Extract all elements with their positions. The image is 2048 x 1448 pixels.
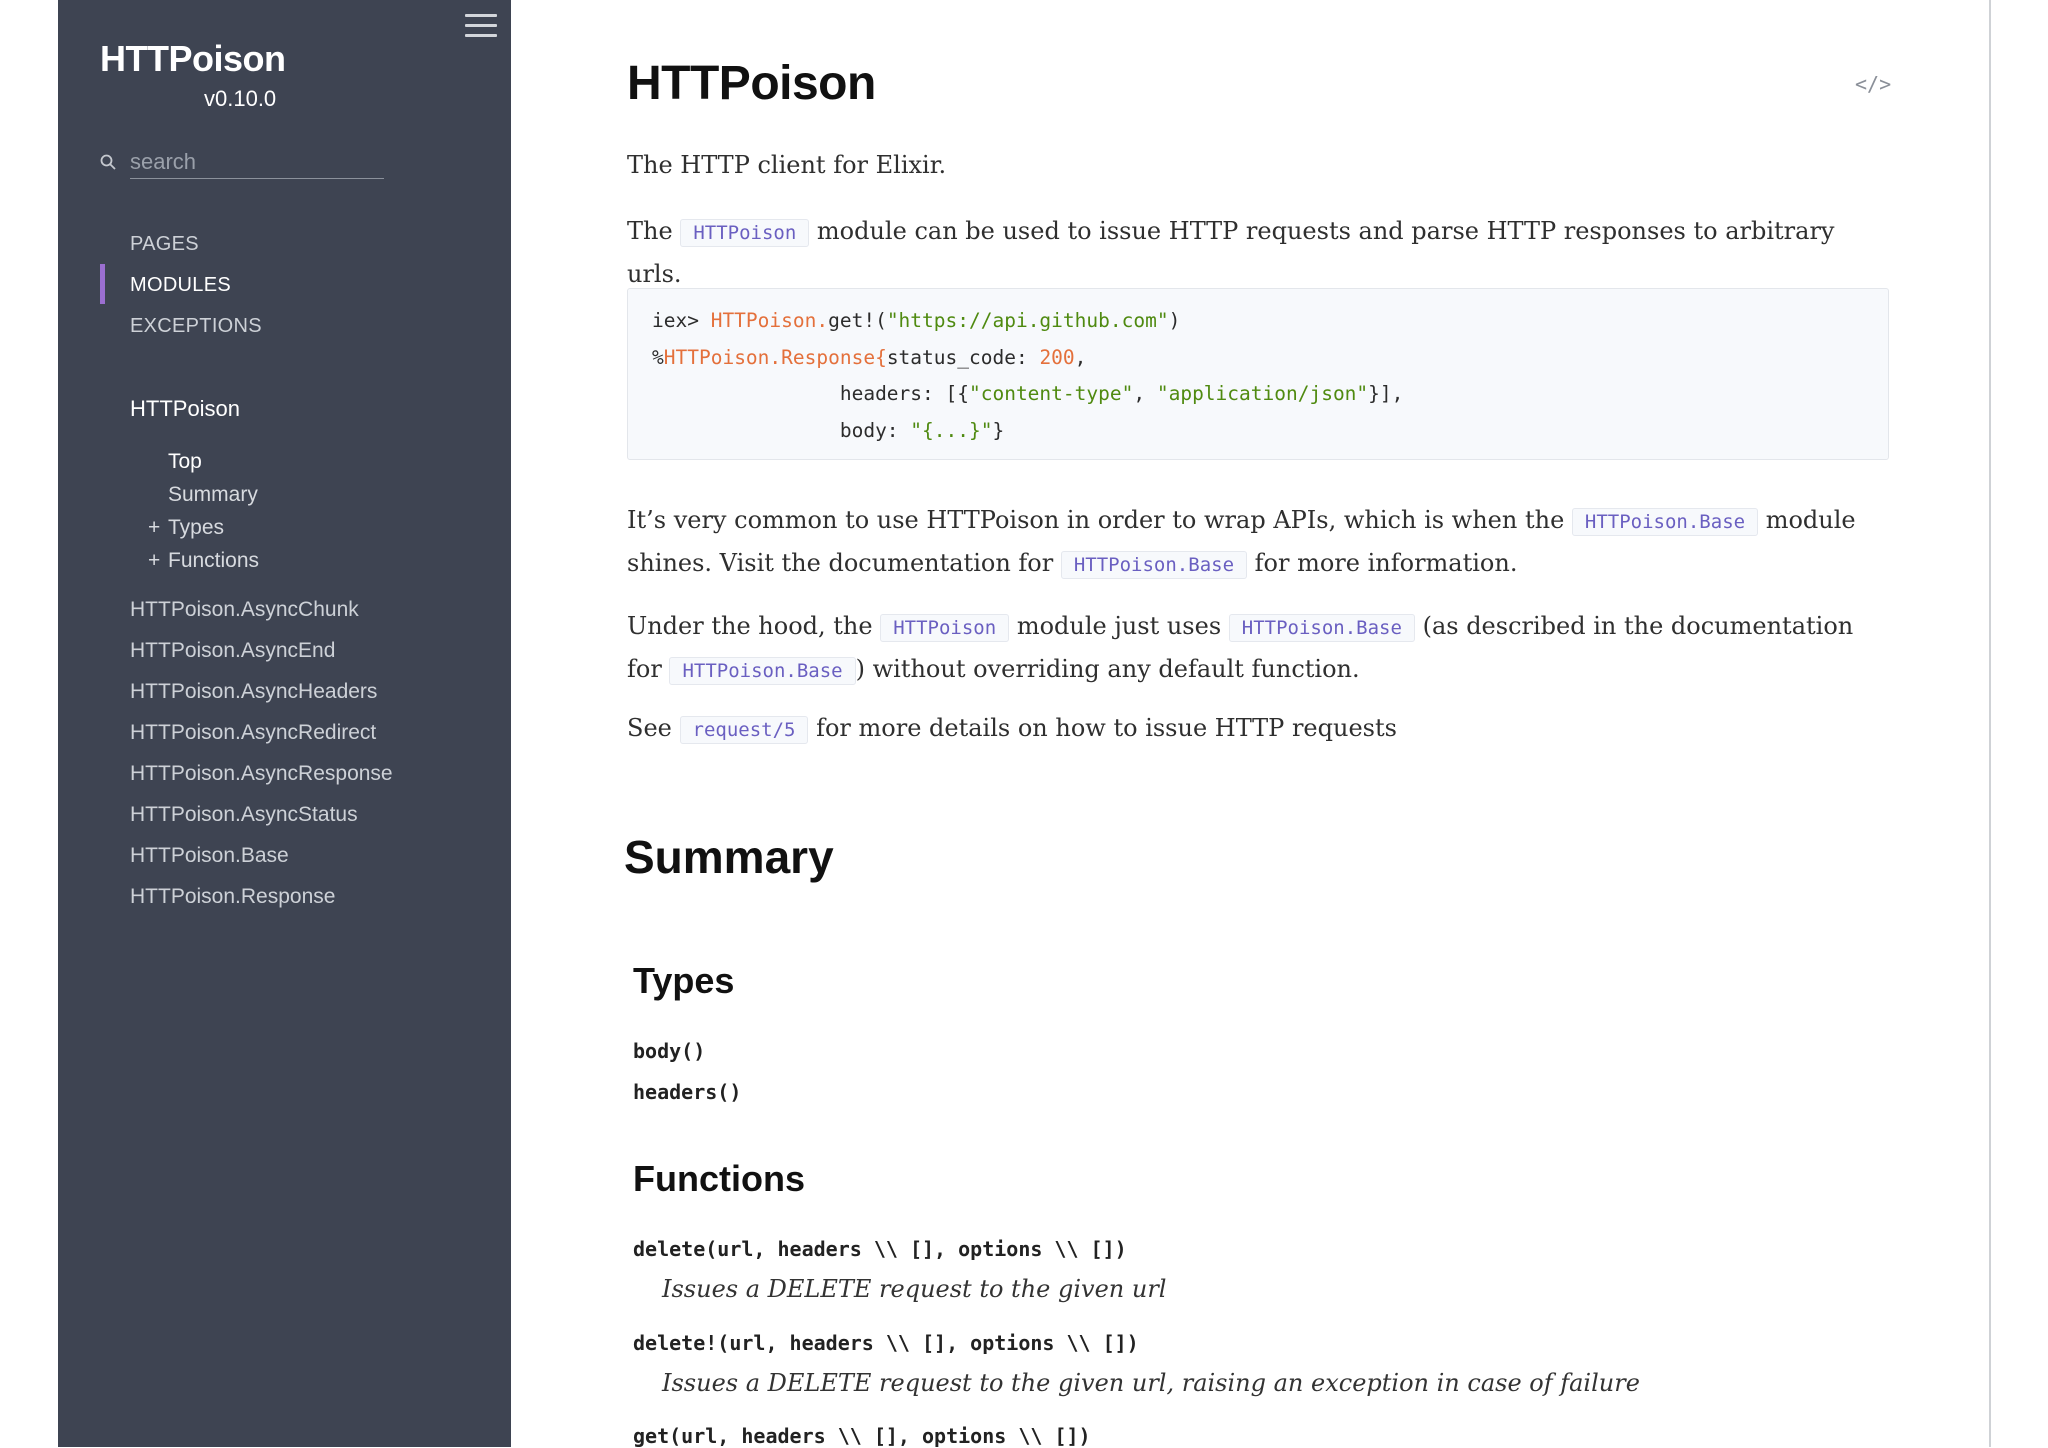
code-token: 200 [1039, 345, 1075, 369]
view-source-icon[interactable]: </> [1855, 72, 1891, 96]
code-token: "content-type" [968, 382, 1134, 405]
search-box [100, 146, 400, 182]
text: module just uses [1016, 612, 1222, 640]
section-link-types[interactable]: + Types [148, 514, 259, 547]
code-token: , [1133, 382, 1157, 405]
code-token: , [1074, 345, 1087, 369]
code-link-request[interactable]: request/5 [679, 716, 809, 744]
code-token: body: [839, 418, 911, 442]
function-link-get[interactable]: get(url, headers \\ [], options \\ []) [633, 1424, 1091, 1448]
section-link-functions[interactable]: + Functions [148, 547, 260, 580]
sidebar-item-asyncchunk[interactable]: HTTPoison.AsyncChunk [130, 596, 393, 637]
section-link-top[interactable]: Top [168, 448, 259, 481]
tab-exceptions[interactable]: EXCEPTIONS [130, 312, 262, 353]
function-doc: Issues a DELETE request to the given url [662, 1275, 1167, 1303]
sidebar-item-asyncresponse[interactable]: HTTPoison.AsyncResponse [130, 760, 393, 801]
code-token: get!( [828, 309, 887, 332]
code-token: } [992, 418, 1005, 442]
code-example: iex> HTTPoison.get!("https://api.github.… [627, 288, 1889, 460]
function-link-delete-bang[interactable]: delete!(url, headers \\ [], options \\ [… [633, 1331, 1139, 1355]
search-icon [100, 154, 116, 170]
code-link-httpoison-base[interactable]: HTTPoison.Base [1228, 614, 1415, 642]
expand-icon: + [148, 516, 161, 539]
text: module can be used to issue HTTP request… [627, 217, 1835, 288]
function-link-delete[interactable]: delete(url, headers \\ [], options \\ []… [633, 1237, 1127, 1261]
tab-modules[interactable]: MODULES [130, 271, 262, 312]
code-link-httpoison[interactable]: HTTPoison [880, 614, 1010, 642]
text: See [627, 714, 672, 742]
type-link-headers[interactable]: headers() [633, 1080, 741, 1104]
code-token: headers: [{ [839, 382, 969, 405]
code-token: "https://api.github.com" [886, 309, 1169, 332]
code-token: % [652, 345, 664, 369]
code-link-httpoison[interactable]: HTTPoison [680, 219, 810, 247]
section-link-label: Functions [168, 549, 260, 572]
code-token: HTTPoison.Response{ [663, 345, 887, 369]
types-heading: Types [633, 960, 735, 1001]
search-input[interactable] [130, 146, 384, 179]
module-intro: The HTTP client for Elixir. [627, 151, 947, 179]
module-list: HTTPoison.AsyncChunk HTTPoison.AsyncEnd … [130, 596, 393, 924]
section-link-summary[interactable]: Summary [168, 481, 259, 514]
project-name[interactable]: HTTPoison [100, 38, 286, 80]
sidebar-item-asyncstatus[interactable]: HTTPoison.AsyncStatus [130, 801, 393, 842]
sidebar-item-response[interactable]: HTTPoison.Response [130, 883, 393, 924]
expand-icon: + [148, 549, 161, 572]
code-link-httpoison-base[interactable]: HTTPoison.Base [1060, 551, 1248, 579]
code-link-httpoison-base[interactable]: HTTPoison.Base [669, 657, 856, 685]
module-paragraph-see: See request/5 for more details on how to… [627, 708, 1889, 751]
active-tab-indicator [100, 264, 105, 304]
function-doc: Issues a DELETE request to the given url… [662, 1369, 1640, 1397]
sidebar-current-module[interactable]: HTTPoison [130, 396, 240, 422]
code-token: ) [1168, 309, 1181, 332]
sidebar-tabs: PAGES MODULES EXCEPTIONS [130, 230, 262, 353]
window-edge [1989, 0, 1991, 1447]
text: for more details on how to issue HTTP re… [816, 714, 1397, 742]
text: It’s very common to use HTTPoison in ord… [627, 506, 1565, 534]
sidebar-item-asyncheaders[interactable]: HTTPoison.AsyncHeaders [130, 678, 393, 719]
text: The [627, 217, 673, 245]
module-paragraph-under-hood: Under the hood, the HTTPoison module jus… [627, 606, 1889, 692]
type-link-body[interactable]: body() [633, 1039, 705, 1063]
module-paragraph-wrap-apis: It’s very common to use HTTPoison in ord… [627, 500, 1889, 586]
hamburger-menu-icon[interactable] [465, 14, 497, 40]
code-token: HTTPoison. [710, 309, 829, 332]
text: ) without overriding any default functio… [855, 655, 1360, 683]
section-link-label: Types [168, 516, 225, 539]
code-link-httpoison-base[interactable]: HTTPoison.Base [1571, 508, 1759, 536]
sidebar-item-asyncredirect[interactable]: HTTPoison.AsyncRedirect [130, 719, 393, 760]
code-token: iex> [652, 309, 711, 332]
module-sections: Top Summary + Types + Functions [148, 448, 260, 580]
functions-heading: Functions [633, 1158, 805, 1199]
code-token: status_code: [886, 345, 1040, 369]
project-version: v0.10.0 [204, 86, 277, 111]
text: for more information. [1254, 549, 1518, 577]
page-title: HTTPoison [627, 57, 876, 110]
code-token: "{...}" [910, 418, 993, 442]
code-token: }], [1368, 382, 1404, 405]
tab-pages[interactable]: PAGES [130, 230, 262, 271]
sidebar-item-base[interactable]: HTTPoison.Base [130, 842, 393, 883]
sidebar-item-asyncend[interactable]: HTTPoison.AsyncEnd [130, 637, 393, 678]
text: Under the hood, the [627, 612, 873, 640]
summary-heading: Summary [624, 831, 834, 883]
module-description: The HTTPoison module can be used to issu… [627, 211, 1889, 295]
code-token: "application/json" [1156, 382, 1369, 405]
sidebar: HTTPoison v0.10.0 PAGES MODULES EXCEPTIO… [58, 0, 511, 1447]
